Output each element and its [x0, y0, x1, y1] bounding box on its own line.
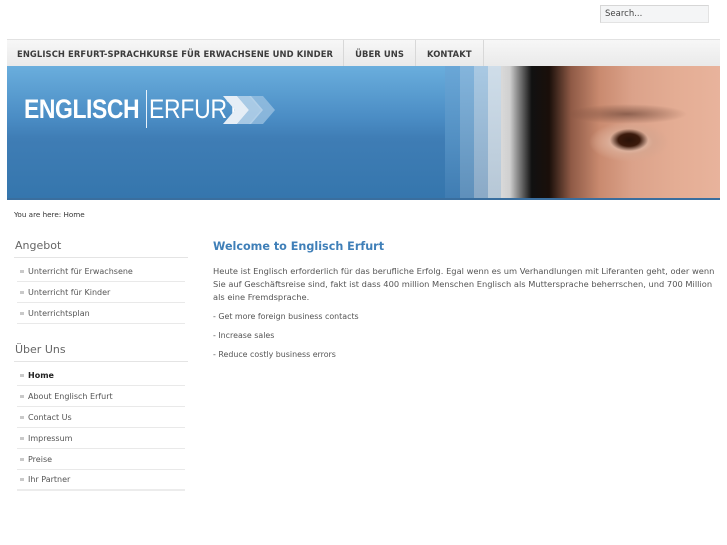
sidebar-item-label: Impressum — [28, 433, 73, 443]
article-bullet: - Get more foreign business contacts — [213, 312, 359, 321]
sidebar-item-label: About Englisch Erfurt — [28, 391, 113, 401]
sidebar-item-impressum[interactable]: Impressum — [17, 428, 185, 449]
header-banner: ENGLISCH ERFURT — [7, 66, 720, 200]
article-bullet: - Reduce costly business errors — [213, 350, 336, 359]
sidebar-item-preise[interactable]: Preise — [17, 449, 185, 470]
decorative-stripes — [445, 66, 502, 198]
bullet-icon — [20, 373, 24, 377]
nav-item-home[interactable]: ENGLISCH ERFURT-SPRACHKURSE FÜR ERWACHSE… — [7, 40, 345, 67]
bullet-icon — [20, 394, 24, 398]
bullet-icon — [20, 436, 24, 440]
search-input[interactable] — [600, 5, 709, 23]
article-bullet: - Increase sales — [213, 331, 275, 340]
sidebar-item-label: Unterrichtsplan — [28, 308, 90, 318]
sidebar-title-angebot: Angebot — [15, 239, 62, 252]
sidebar-item-about[interactable]: About Englisch Erfurt — [17, 386, 185, 407]
sidebar-item-label: Contact Us — [28, 412, 72, 422]
sidebar-divider — [14, 257, 188, 258]
bullet-icon — [20, 478, 24, 481]
sidebar-item-partner[interactable]: Ihr Partner — [17, 470, 185, 491]
article-paragraph: Heute ist Englisch erforderlich für das … — [213, 266, 715, 303]
bullet-icon — [20, 290, 24, 294]
sidebar-item-label: Preise — [28, 454, 53, 464]
sidebar-item-label: Ihr Partner — [28, 475, 71, 484]
sidebar-item-label: Unterricht für Kinder — [28, 287, 111, 297]
bullet-icon — [20, 415, 24, 419]
header-photo — [501, 66, 720, 198]
sidebar-divider — [14, 361, 188, 362]
sidebar-title-ueber-uns: Über Uns — [15, 343, 66, 356]
article-title[interactable]: Welcome to Englisch Erfurt — [213, 240, 384, 253]
logo-divider — [145, 90, 147, 128]
sidebar-item-unterricht-erwachsene[interactable]: Unterricht für Erwachsene — [17, 261, 185, 282]
chevrons-icon — [223, 96, 275, 124]
sidebar-menu-angebot: Unterricht für Erwachsene Unterricht für… — [17, 261, 185, 324]
sidebar-item-unterricht-kinder[interactable]: Unterricht für Kinder — [17, 282, 185, 303]
breadcrumb: You are here: Home — [14, 210, 85, 219]
nav-item-kontakt[interactable]: KONTAKT — [416, 40, 484, 67]
sidebar-item-label: Unterricht für Erwachsene — [28, 266, 133, 276]
bullet-icon — [20, 311, 24, 315]
sidebar-item-home[interactable]: Home — [17, 365, 185, 386]
sidebar-menu-ueber-uns: Home About Englisch Erfurt Contact Us Im… — [17, 365, 185, 491]
bullet-icon — [20, 269, 24, 273]
sidebar-item-contact[interactable]: Contact Us — [17, 407, 185, 428]
nav-item-ueber-uns[interactable]: ÜBER UNS — [344, 40, 416, 67]
sidebar-item-label: Home — [28, 370, 54, 380]
main-nav: ENGLISCH ERFURT-SPRACHKURSE FÜR ERWACHSE… — [7, 39, 720, 67]
bullet-icon — [20, 457, 24, 461]
sidebar-item-unterrichtsplan[interactable]: Unterrichtsplan — [17, 303, 185, 324]
logo-text-englisch: ENGLISCH — [24, 93, 140, 124]
